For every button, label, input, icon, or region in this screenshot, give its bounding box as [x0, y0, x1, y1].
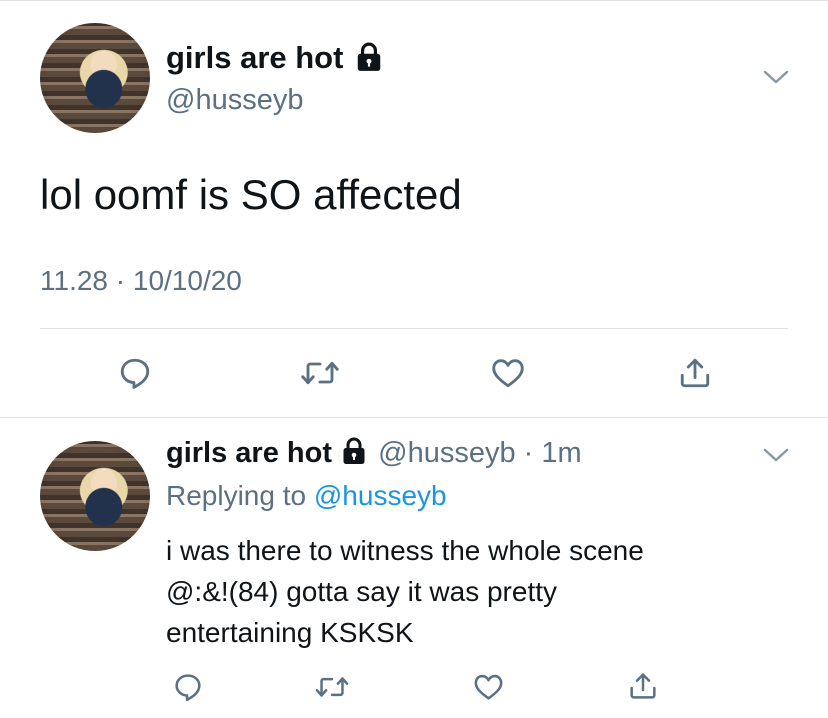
share-icon: [680, 358, 710, 388]
avatar[interactable]: [40, 441, 150, 551]
display-name-text: girls are hot: [166, 40, 344, 75]
display-name-text[interactable]: girls are hot: [166, 437, 332, 469]
tweet-separator: [0, 417, 828, 418]
separator-dot: ·: [515, 437, 542, 469]
replying-to: Replying to @husseyb: [166, 480, 447, 512]
lock-icon: [357, 42, 381, 71]
reply-text-line: @:&!(84) gotta say it was pretty: [166, 576, 558, 607]
lock-icon: [343, 437, 365, 465]
like-button[interactable]: [466, 665, 510, 709]
heart-icon: [474, 674, 502, 700]
action-divider: [40, 328, 788, 329]
share-button[interactable]: [621, 663, 665, 709]
retweet-icon: [301, 361, 339, 385]
display-name[interactable]: girls are hot: [166, 40, 382, 76]
heart-icon: [492, 359, 524, 388]
replying-to-label: Replying to: [166, 480, 307, 511]
like-button[interactable]: [483, 348, 533, 398]
reply-header: girls are hot @husseyb · 1m: [166, 437, 582, 470]
reply-button[interactable]: [110, 348, 160, 398]
reply-text-line: i was there to witness the whole scene: [166, 535, 644, 566]
tweet-text: lol oomf is SO affected: [40, 171, 462, 218]
retweet-button[interactable]: [295, 348, 345, 398]
user-handle[interactable]: @husseyb: [166, 84, 303, 117]
chevron-down-icon[interactable]: [762, 68, 790, 86]
user-handle[interactable]: @husseyb: [378, 437, 515, 469]
reply-button[interactable]: [166, 665, 210, 709]
reply-time[interactable]: 1m: [541, 437, 581, 469]
reply-text-line: entertaining KSKSK: [166, 617, 414, 648]
reply-text: i was there to witness the whole scene @…: [166, 530, 786, 653]
retweet-button[interactable]: [310, 665, 354, 709]
retweet-icon: [315, 677, 349, 697]
tweet-timestamp[interactable]: 11.28 · 10/10/20: [40, 265, 242, 297]
share-icon: [630, 673, 656, 699]
avatar[interactable]: [40, 23, 150, 133]
share-button[interactable]: [670, 348, 720, 398]
comment-icon: [175, 674, 201, 702]
replying-to-link[interactable]: @husseyb: [314, 480, 447, 511]
top-divider: [0, 0, 828, 1]
chevron-down-icon[interactable]: [762, 446, 790, 464]
comment-icon: [120, 358, 150, 389]
